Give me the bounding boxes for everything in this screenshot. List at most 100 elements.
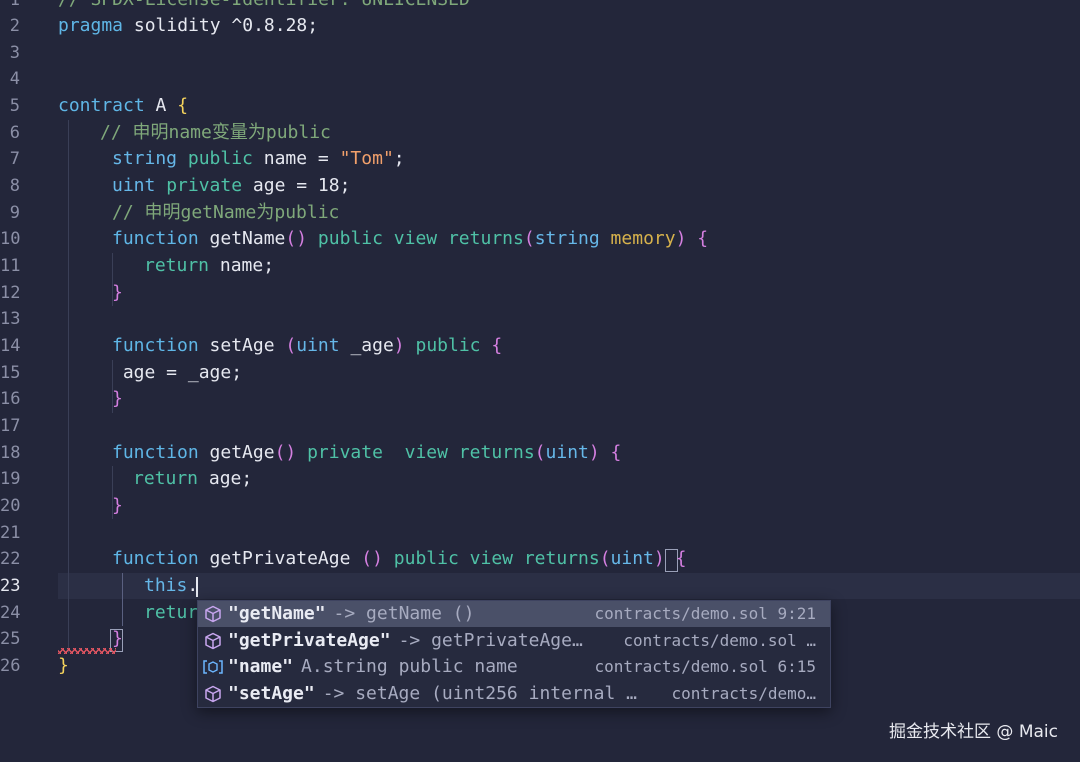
line-number: 17 <box>0 416 21 436</box>
string-literal: "Tom" <box>339 148 394 169</box>
brace: } <box>112 282 123 303</box>
parameter: _age <box>339 335 394 356</box>
brace: { <box>177 95 189 116</box>
code-line-14[interactable]: function setAge (uint _age) public { <box>112 333 502 359</box>
code-line-6[interactable]: // 申明name变量为public <box>100 120 331 146</box>
error-squiggle <box>58 648 116 654</box>
code-text: name = <box>252 148 340 169</box>
visibility: private <box>155 175 243 196</box>
keyword: function <box>112 548 199 569</box>
code-line-26[interactable]: } <box>58 653 69 679</box>
line-number: 25 <box>0 629 21 649</box>
watermark: 掘金技术社区 @ Maic <box>889 722 1058 742</box>
cube-icon <box>198 632 228 650</box>
type: string <box>534 228 600 249</box>
suggestion-item[interactable]: "name" A.string public name contracts/de… <box>198 654 830 680</box>
keyword: function <box>112 228 199 249</box>
line-number: 8 <box>9 176 20 196</box>
line-number: 6 <box>9 123 20 143</box>
cube-icon <box>198 605 228 623</box>
current-line-highlight <box>58 573 1080 599</box>
code-line-2[interactable]: pragma solidity ^0.8.28; <box>58 13 318 39</box>
line-number: 1 <box>9 0 20 10</box>
suggestion-item[interactable]: "getName" -> getName () contracts/demo.s… <box>198 601 830 627</box>
suggestion-label: "setAge" <box>228 683 315 704</box>
line-number: 2 <box>9 16 20 36</box>
brace: { <box>599 442 622 463</box>
line-number: 21 <box>0 523 21 543</box>
code-line-15[interactable]: age = _age; <box>112 360 242 386</box>
paren: () <box>361 548 383 569</box>
variable-icon <box>198 658 228 676</box>
suggestion-file: contracts/demo.sol … <box>623 631 816 650</box>
indent-guide <box>68 120 69 653</box>
code-line-18[interactable]: function getAge() private view returns(u… <box>112 440 621 466</box>
code-line-8[interactable]: uint private age = 18; <box>112 173 350 199</box>
modifiers: public view returns <box>307 228 524 249</box>
paren: ( <box>599 548 611 569</box>
type: uint <box>112 175 156 196</box>
contract-name: A <box>144 95 178 116</box>
line-number-gutter: 1 2 3 4 5 6 7 8 9 10 11 12 13 14 15 16 1… <box>0 0 46 762</box>
suggestion-item[interactable]: "setAge" -> setAge (uint256 internal … c… <box>198 681 830 707</box>
text-cursor <box>196 577 198 597</box>
code-line-11[interactable]: return name; <box>144 253 274 279</box>
code-line-20[interactable]: } <box>112 493 123 519</box>
type: uint <box>610 548 654 569</box>
suggestion-detail: -> getName () <box>333 603 475 624</box>
brace: } <box>112 495 123 516</box>
modifiers: public view returns <box>382 548 600 569</box>
code-line-10[interactable]: function getName() public view returns(s… <box>112 226 708 252</box>
type: uint <box>545 442 589 463</box>
line-number: 10 <box>0 229 21 249</box>
line-number: 5 <box>9 96 20 116</box>
function-name: getAge <box>198 442 275 463</box>
keyword: pragma <box>58 15 124 36</box>
line-number: 11 <box>0 256 21 276</box>
code-line-1[interactable]: // SPDX-License-Identifier: UNLICENSED <box>58 0 470 13</box>
line-number: 3 <box>9 43 20 63</box>
suggestion-file: contracts/demo.sol 6:15 <box>594 657 816 676</box>
code-text: age = _age; <box>112 362 243 383</box>
line-number: 12 <box>0 283 21 303</box>
suggestion-file: contracts/demo… <box>671 684 817 703</box>
code-line-19[interactable]: return age; <box>133 466 252 492</box>
suggestion-detail: A.string public name <box>301 656 518 677</box>
comment: // 申明getName为public <box>112 202 340 223</box>
suggestion-item[interactable]: "getPrivateAge" -> getPrivateAge… contra… <box>198 628 830 654</box>
function-name: setAge <box>198 335 286 356</box>
line-number: 9 <box>9 203 20 223</box>
suggestion-label: "getPrivateAge" <box>228 630 391 651</box>
brace: { <box>480 335 503 356</box>
paren: ) <box>653 548 665 569</box>
code-line-23[interactable]: this. <box>144 573 198 599</box>
suggestion-label: "name" <box>228 656 294 677</box>
paren: ) <box>393 335 405 356</box>
this-keyword: this <box>144 575 188 596</box>
line-number: 26 <box>0 656 21 676</box>
paren: ) <box>675 228 687 249</box>
code-line-9[interactable]: // 申明getName为public <box>112 200 339 226</box>
brace: { <box>675 548 687 569</box>
line-number: 14 <box>0 336 21 356</box>
line-number: 13 <box>0 309 21 329</box>
line-number: 22 <box>0 549 21 569</box>
line-number: 15 <box>0 363 21 383</box>
indent-guide-active <box>122 573 123 626</box>
code-line-12[interactable]: } <box>112 280 123 306</box>
data-location: memory <box>599 228 676 249</box>
brace: } <box>112 388 123 409</box>
line-number-active: 23 <box>0 576 21 596</box>
code-line-7[interactable]: string public name = "Tom"; <box>112 146 405 172</box>
code-line-22[interactable]: function getPrivateAge () public view re… <box>112 546 686 572</box>
code-line-16[interactable]: } <box>112 386 123 412</box>
code-text: solidity ^0.8.28; <box>123 15 319 36</box>
line-number: 16 <box>0 389 21 409</box>
paren: () <box>285 228 308 249</box>
editor-window: { "editor": { "line_numbers": ["1","2","… <box>0 0 1080 762</box>
paren: ( <box>523 228 535 249</box>
code-line-24[interactable]: retur <box>144 600 198 626</box>
type: string <box>112 148 178 169</box>
line-number: 24 <box>0 603 21 623</box>
code-line-5[interactable]: contract A { <box>58 93 188 119</box>
